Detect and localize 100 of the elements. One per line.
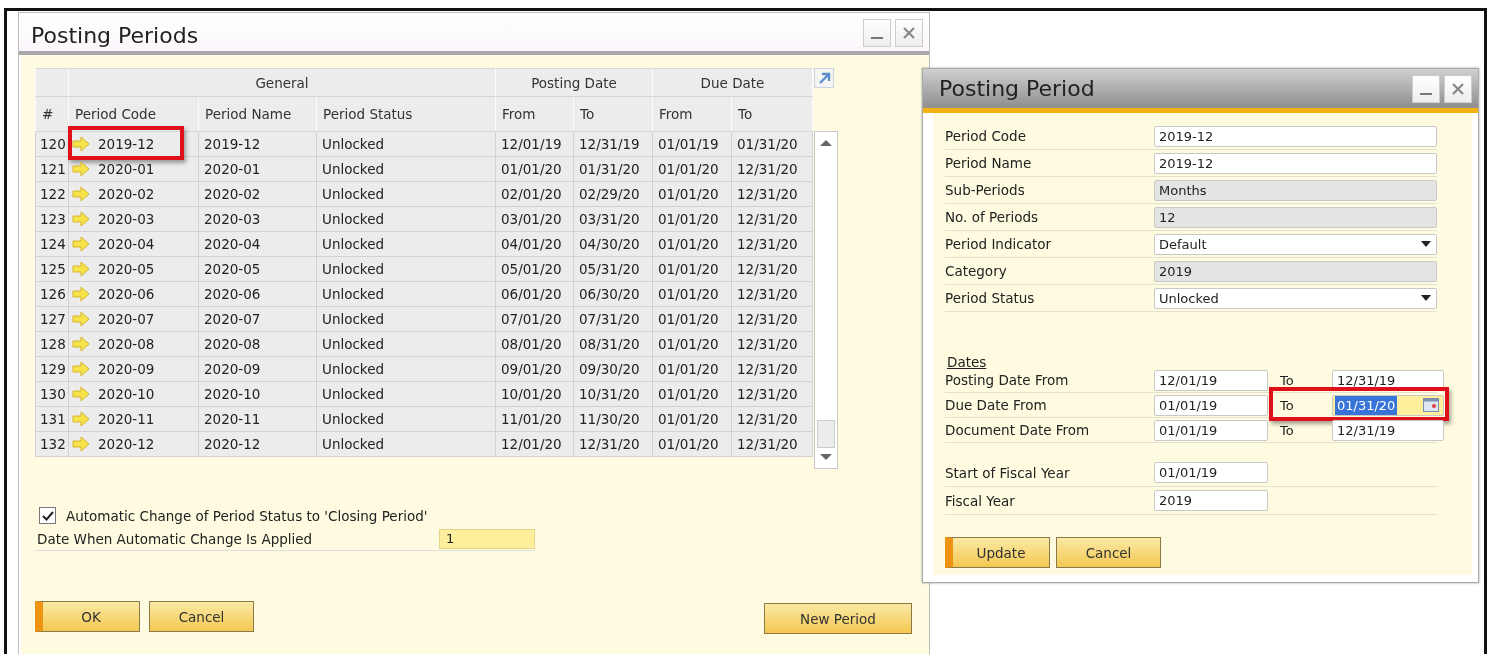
input-field[interactable]: 01/01/19 (1154, 419, 1268, 441)
table-cell: 2020-07 (198, 306, 317, 332)
link-arrow-icon[interactable] (72, 411, 90, 427)
input-field[interactable]: 2019-12 (1154, 125, 1437, 147)
table-cell: 12/31/19 (573, 131, 653, 157)
table-cell: 2020-09 (98, 361, 155, 377)
table-cell: 07/31/20 (573, 306, 653, 332)
minimize-button[interactable] (1412, 74, 1440, 103)
table-cell: 2020-05 (198, 256, 317, 282)
table-cell: 2020-06 (98, 286, 155, 302)
field-label: Date When Automatic Change Is Applied (36, 531, 314, 547)
table-cell: 2020-10 (198, 381, 317, 407)
close-button[interactable] (1444, 74, 1472, 103)
table-cell: 02/29/20 (573, 181, 653, 207)
link-arrow-icon[interactable] (72, 311, 90, 327)
table-cell: 12/31/20 (731, 406, 813, 432)
table-cell: 2019-12 (198, 131, 317, 157)
table-cell: Unlocked (316, 306, 496, 332)
expand-icon[interactable] (814, 68, 834, 88)
scrollbar[interactable] (814, 131, 838, 469)
dropdown-arrow-icon[interactable] (1420, 240, 1432, 248)
link-arrow-icon[interactable] (72, 161, 90, 177)
dropdown-value: Default (1159, 235, 1207, 254)
input-field[interactable]: 01/01/19 (1154, 462, 1268, 483)
table-cell: 2020-04 (98, 236, 155, 252)
window-title: Posting Period (939, 76, 1095, 101)
row-number: 131 (35, 406, 69, 432)
field-label: To (1279, 372, 1295, 388)
action-button[interactable]: Cancel (1056, 537, 1161, 568)
table-cell: 2020-02 (198, 181, 317, 207)
row-number: 122 (35, 181, 69, 207)
row-number: 127 (35, 306, 69, 332)
link-arrow-icon[interactable] (72, 361, 90, 377)
input-field[interactable]: 1 (439, 529, 535, 549)
table-cell: 2020-02 (98, 186, 155, 202)
column-header[interactable]: To (731, 96, 813, 132)
row-number: 129 (35, 356, 69, 382)
action-button[interactable]: New Period (764, 603, 912, 634)
link-arrow-icon[interactable] (72, 336, 90, 352)
table-cell: 12/31/20 (731, 281, 813, 307)
dropdown-arrow-icon[interactable] (1420, 294, 1432, 302)
link-arrow-icon[interactable] (72, 261, 90, 277)
table-cell: 2020-06 (198, 281, 317, 307)
action-button[interactable]: Update (945, 537, 1050, 568)
input-field[interactable]: 01/01/19 (1154, 394, 1268, 416)
row-number: 132 (35, 431, 69, 457)
column-header[interactable]: To (573, 96, 653, 132)
table-cell: 01/01/20 (652, 281, 732, 307)
table-cell: Unlocked (316, 406, 496, 432)
date-field[interactable]: 12/31/19 (1332, 419, 1444, 441)
link-arrow-icon[interactable] (72, 286, 90, 302)
section-heading: Dates (947, 354, 988, 368)
link-arrow-icon[interactable] (72, 436, 90, 452)
table-cell: 12/31/20 (731, 381, 813, 407)
column-group-header: Due Date (652, 68, 813, 97)
table-cell: 2020-08 (98, 336, 155, 352)
table-cell: 01/31/20 (731, 131, 813, 157)
table-cell: 07/01/20 (495, 306, 574, 332)
minimize-button[interactable] (863, 19, 891, 47)
input-field[interactable]: 2019 (1154, 490, 1268, 511)
field-label: To (1279, 397, 1295, 413)
date-field[interactable]: 01/31/20 (1332, 394, 1444, 416)
action-button[interactable]: Cancel (149, 601, 254, 632)
link-arrow-icon[interactable] (72, 136, 90, 152)
input-field: Months (1154, 179, 1437, 201)
scroll-thumb[interactable] (817, 420, 835, 448)
table-cell: 09/01/20 (495, 356, 574, 382)
table-cell: 01/01/20 (652, 431, 732, 457)
field-label: Due Date From (945, 397, 1048, 413)
table-cell: Unlocked (316, 331, 496, 357)
column-group-header: General (68, 68, 496, 97)
link-arrow-icon[interactable] (72, 186, 90, 202)
link-arrow-icon[interactable] (72, 386, 90, 402)
table-cell: 03/01/20 (495, 206, 574, 232)
close-button[interactable] (895, 19, 923, 47)
column-header[interactable]: Period Name (198, 96, 317, 132)
table-cell: 02/01/20 (495, 181, 574, 207)
input-field: 12 (1154, 206, 1437, 228)
table-cell: Unlocked (316, 131, 496, 157)
input-field[interactable]: 12/01/19 (1154, 369, 1268, 391)
field-label: To (1279, 422, 1295, 438)
link-arrow-icon[interactable] (72, 236, 90, 252)
input-field[interactable]: 2019-12 (1154, 152, 1437, 174)
table-cell: 01/01/20 (652, 181, 732, 207)
table-cell: 12/31/20 (731, 306, 813, 332)
field-label: No. of Periods (945, 209, 1040, 225)
window-title: Posting Periods (31, 23, 199, 50)
column-header[interactable]: Period Status (316, 96, 496, 132)
checkbox[interactable] (39, 507, 56, 524)
column-header[interactable]: From (652, 96, 732, 132)
action-button[interactable]: OK (35, 601, 140, 632)
table-cell: 12/31/20 (573, 431, 653, 457)
table-cell: 01/01/19 (652, 131, 732, 157)
dropdown[interactable]: Default (1154, 233, 1437, 255)
column-header[interactable]: From (495, 96, 574, 132)
link-arrow-icon[interactable] (72, 211, 90, 227)
dropdown[interactable]: Unlocked (1154, 287, 1437, 309)
row-number: 126 (35, 281, 69, 307)
calendar-icon[interactable] (1423, 397, 1439, 413)
table-cell: Unlocked (316, 206, 496, 232)
